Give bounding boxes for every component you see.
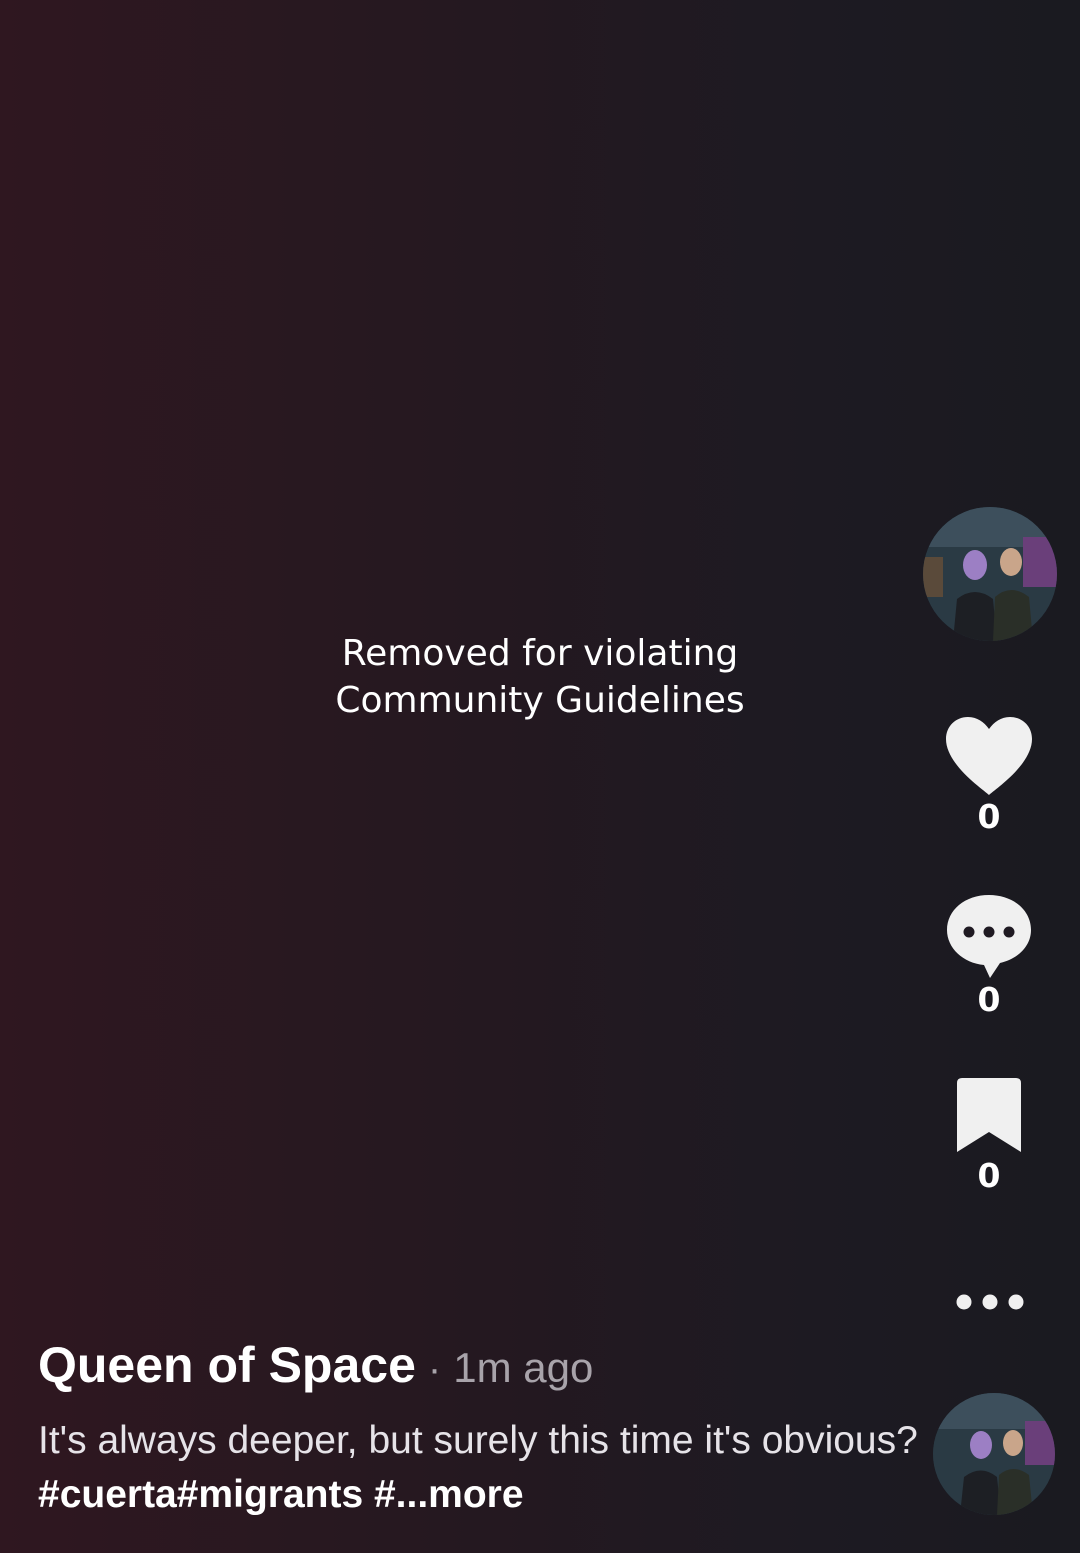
video-feed-screen: Removed for violating Community Guidelin… [0, 0, 1080, 1553]
author-name[interactable]: Queen of Space [38, 1336, 416, 1394]
more-dots-icon [956, 1294, 1024, 1310]
comment-action[interactable]: 0 [929, 892, 1049, 1020]
caption-hashtags[interactable]: #cuerta#migrants # [38, 1473, 396, 1516]
comment-bubble-icon [947, 895, 1031, 978]
like-count: 0 [977, 797, 1001, 836]
save-count: 0 [977, 1156, 1001, 1195]
post-description[interactable]: It's always deeper, but surely this time… [38, 1414, 918, 1522]
sound-avatar-image [933, 1393, 1055, 1515]
like-action[interactable]: 0 [929, 715, 1049, 837]
bookmark-icon [957, 1078, 1021, 1152]
sound-avatar[interactable] [933, 1393, 1055, 1515]
removed-video-notice: Removed for violating Community Guidelin… [240, 630, 840, 724]
author-line: Queen of Space · 1m ago [38, 1336, 918, 1394]
more-options-button[interactable] [948, 1284, 1032, 1320]
separator-dot: · [427, 1347, 442, 1391]
save-action[interactable]: 0 [929, 1076, 1049, 1196]
notice-line-1: Removed for violating [341, 633, 739, 674]
creator-avatar[interactable] [923, 507, 1057, 641]
notice-line-2: Community Guidelines [335, 680, 745, 721]
post-time: 1m ago [453, 1344, 594, 1391]
avatar-image [923, 507, 1057, 641]
caption-text: It's always deeper, but surely this time… [38, 1419, 918, 1462]
comment-count: 0 [977, 980, 1001, 1019]
heart-icon [946, 717, 1032, 795]
expand-caption-link[interactable]: ...more [396, 1473, 524, 1516]
post-caption-area: Queen of Space · 1m ago It's always deep… [38, 1336, 918, 1522]
